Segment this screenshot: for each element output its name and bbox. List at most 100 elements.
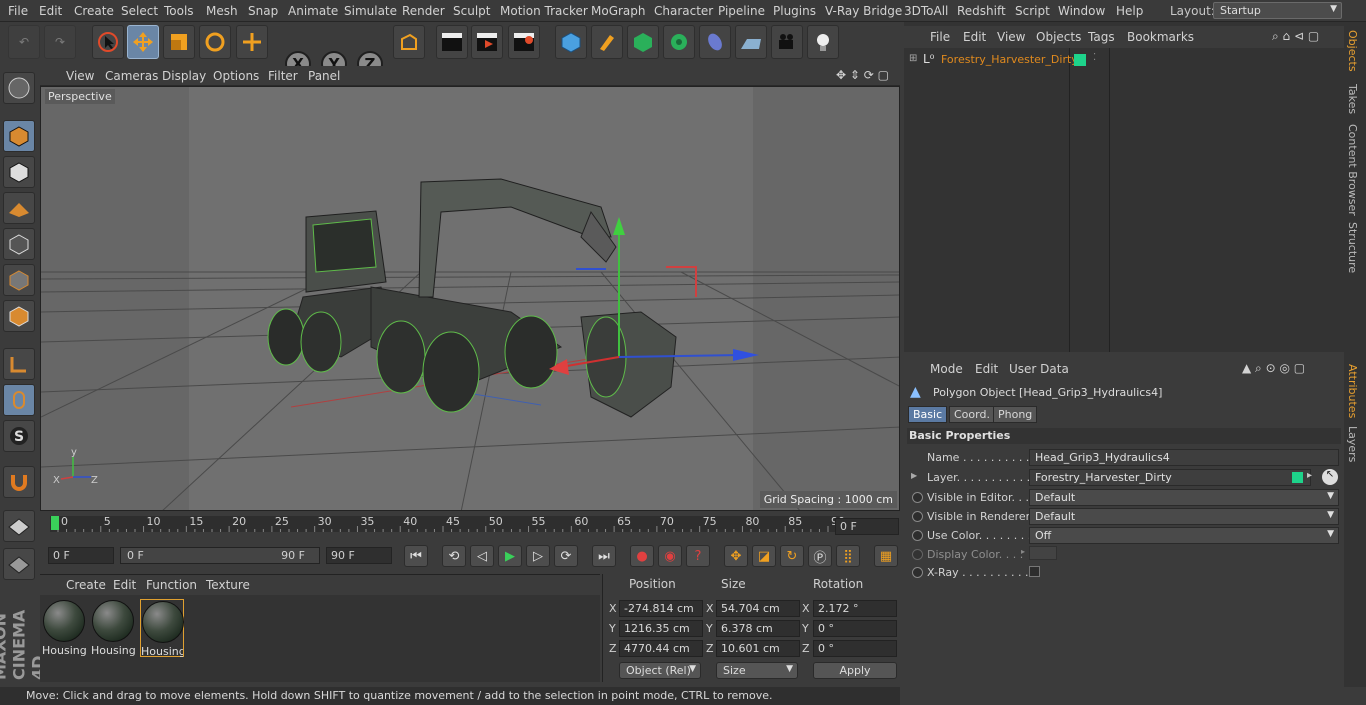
polygons-mode-button[interactable] xyxy=(3,300,35,332)
menu-create[interactable]: Create xyxy=(74,4,114,18)
texture-mode-button[interactable] xyxy=(3,156,35,188)
menu-help[interactable]: Help xyxy=(1116,4,1143,18)
object-name[interactable]: Forestry_Harvester_Dirty xyxy=(941,53,1078,66)
viewport-menu-options[interactable]: Options xyxy=(213,69,259,83)
size-x-field[interactable]: 54.704 cm xyxy=(716,600,800,617)
keyframe-radio[interactable] xyxy=(912,511,923,522)
coordinate-mode-dropdown[interactable]: Object (Rel) ▼ xyxy=(619,662,701,679)
material-swatch[interactable]: Housing xyxy=(91,599,135,657)
menu-vray-bridge[interactable]: V-Ray Bridge xyxy=(825,4,902,18)
tweak-mode-button[interactable] xyxy=(3,384,35,416)
move-tool-button[interactable] xyxy=(127,25,159,59)
size-z-field[interactable]: 10.601 cm xyxy=(716,640,800,657)
position-x-field[interactable]: -274.814 cm xyxy=(619,600,703,617)
side-tab-takes[interactable]: Takes xyxy=(1346,84,1359,114)
use-color-dropdown[interactable]: Off ▼ xyxy=(1029,527,1339,544)
viewport-menu-view[interactable]: View xyxy=(66,69,94,83)
viewport-menu-filter[interactable]: Filter xyxy=(268,69,298,83)
viewport-menu-display[interactable]: Display xyxy=(162,69,206,83)
deformer-button[interactable] xyxy=(699,25,731,59)
side-tab-layers[interactable]: Layers xyxy=(1346,426,1359,462)
menu-simulate[interactable]: Simulate xyxy=(344,4,397,18)
next-frame-button[interactable]: ▷ xyxy=(526,545,550,567)
menu-mesh[interactable]: Mesh xyxy=(206,4,238,18)
menu-pipeline[interactable]: Pipeline xyxy=(718,4,765,18)
goto-end-button[interactable]: ⏭ xyxy=(592,545,616,567)
prev-frame-button[interactable]: ◁ xyxy=(470,545,494,567)
layer-color-swatch[interactable] xyxy=(1074,54,1086,66)
material-swatch[interactable]: Housing xyxy=(42,599,86,657)
autokey-button[interactable]: ◉ xyxy=(658,545,682,567)
camera-button[interactable] xyxy=(771,25,803,59)
name-field[interactable]: Head_Grip3_Hydraulics4 xyxy=(1029,449,1339,466)
coordinate-system-button[interactable] xyxy=(393,25,425,59)
material-menu-edit[interactable]: Edit xyxy=(113,578,136,592)
menu-render[interactable]: Render xyxy=(402,4,445,18)
enable-snap-button[interactable] xyxy=(3,510,35,542)
pick-layer-icon[interactable]: ↖ xyxy=(1322,469,1338,485)
menu-script[interactable]: Script xyxy=(1015,4,1050,18)
visible-in-editor-dropdown[interactable]: Default ▼ xyxy=(1029,489,1339,506)
keyframe-radio[interactable] xyxy=(912,492,923,503)
next-key-button[interactable]: ⟳ xyxy=(554,545,578,567)
material-swatch-selected[interactable]: Housing xyxy=(140,599,184,658)
mograph-cloner-button[interactable] xyxy=(663,25,695,59)
attributes-menu-mode[interactable]: Mode xyxy=(930,362,963,376)
size-mode-dropdown[interactable]: Size ▼ xyxy=(716,662,798,679)
objects-menu-objects[interactable]: Objects xyxy=(1036,30,1081,44)
key-parameter-button[interactable]: Ⓟ xyxy=(808,545,832,567)
objects-nav-icons[interactable]: ⌕ ⌂ ⊲ ▢ xyxy=(1272,29,1319,44)
viewport-perspective[interactable]: y X Z Perspective Grid Spacing : 1000 cm xyxy=(40,86,900,511)
apply-button[interactable]: Apply xyxy=(813,662,897,679)
object-row[interactable]: ⊞ L⁰ Forestry_Harvester_Dirty ⁚ xyxy=(909,52,1339,70)
material-menu-function[interactable]: Function xyxy=(146,578,197,592)
position-z-field[interactable]: 4770.44 cm xyxy=(619,640,703,657)
menu-3dtoall[interactable]: 3DToAll xyxy=(904,4,948,18)
side-tab-content-browser[interactable]: Content Browser xyxy=(1346,124,1359,216)
layout-select[interactable]: Startup ▼ xyxy=(1213,2,1342,19)
tab-coord[interactable]: Coord. xyxy=(949,406,995,423)
objects-menu-tags[interactable]: Tags xyxy=(1088,30,1115,44)
menu-motion-tracker[interactable]: Motion Tracker xyxy=(500,4,588,18)
objects-menu-edit[interactable]: Edit xyxy=(963,30,986,44)
axis-mode-button[interactable] xyxy=(3,348,35,380)
play-button[interactable]: ▶ xyxy=(498,545,522,567)
start-frame-field[interactable]: 0 F xyxy=(48,547,114,564)
transform-tool-button[interactable] xyxy=(236,25,268,59)
live-selection-button[interactable] xyxy=(92,25,124,59)
cube-button[interactable] xyxy=(555,25,587,59)
points-mode-button[interactable] xyxy=(3,228,35,260)
objects-menu-file[interactable]: File xyxy=(930,30,950,44)
size-y-field[interactable]: 6.378 cm xyxy=(716,620,800,637)
layer-arrow-icon[interactable]: ▸ xyxy=(1307,470,1312,481)
menu-plugins[interactable]: Plugins xyxy=(773,4,816,18)
material-menu-create[interactable]: Create xyxy=(66,578,106,592)
snap-button[interactable]: S xyxy=(3,420,35,452)
menu-character[interactable]: Character xyxy=(654,4,713,18)
tab-phong[interactable]: Phong xyxy=(993,406,1038,423)
floor-button[interactable] xyxy=(735,25,767,59)
side-tab-structure[interactable]: Structure xyxy=(1346,222,1359,273)
expand-arrow-icon[interactable]: ▶ xyxy=(911,471,917,480)
side-tab-objects[interactable]: Objects xyxy=(1346,30,1359,72)
model-mode-button[interactable] xyxy=(3,72,35,104)
keyframe-selection-button[interactable]: ? xyxy=(686,545,710,567)
render-view-button[interactable] xyxy=(436,25,468,59)
key-rotation-button[interactable]: ↻ xyxy=(780,545,804,567)
menu-mograph[interactable]: MoGraph xyxy=(591,4,646,18)
pen-button[interactable] xyxy=(591,25,623,59)
keyframe-radio[interactable] xyxy=(912,567,923,578)
side-tab-attributes[interactable]: Attributes xyxy=(1346,364,1359,418)
attributes-menu-edit[interactable]: Edit xyxy=(975,362,998,376)
frame-range-slider[interactable]: 0 F 90 F xyxy=(120,547,320,564)
subdivision-button[interactable] xyxy=(627,25,659,59)
visibility-dots-icon[interactable]: ⁚ xyxy=(1093,52,1096,63)
render-region-button[interactable] xyxy=(471,25,503,59)
render-settings-button[interactable] xyxy=(508,25,540,59)
magnet-button[interactable] xyxy=(3,466,35,498)
edges-mode-button[interactable] xyxy=(3,264,35,296)
expand-icon[interactable]: ⊞ xyxy=(909,53,917,64)
key-pla-button[interactable]: ⣿ xyxy=(836,545,860,567)
viewport-nav-icons[interactable]: ✥ ⇕ ⟳ ▢ xyxy=(836,68,889,82)
goto-start-button[interactable]: ⏮ xyxy=(404,545,428,567)
